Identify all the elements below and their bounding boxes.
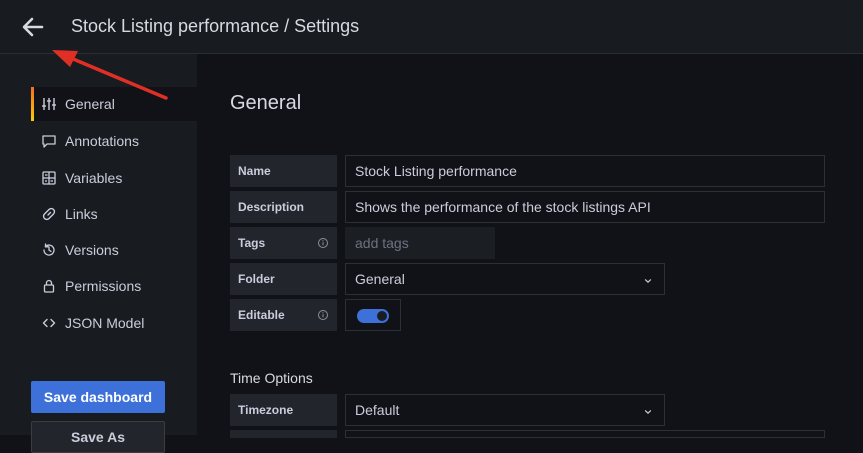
name-label: Name bbox=[230, 155, 337, 187]
page-title: Stock Listing performance / Settings bbox=[71, 16, 360, 36]
folder-select[interactable]: General bbox=[345, 263, 665, 295]
sidebar-item-links[interactable]: Links bbox=[31, 197, 197, 231]
next-row-input[interactable] bbox=[345, 430, 825, 438]
code-icon bbox=[41, 315, 57, 331]
sidebar-item-annotations[interactable]: Annotations bbox=[31, 124, 197, 158]
sidebar-item-label: General bbox=[65, 96, 115, 112]
sidebar-item-label: Annotations bbox=[65, 133, 139, 149]
timezone-select-value: Default bbox=[355, 402, 400, 418]
page-header: Stock Listing performance / Settings bbox=[0, 0, 863, 54]
editable-toggle[interactable] bbox=[345, 299, 401, 331]
sidebar-item-label: Permissions bbox=[65, 278, 142, 294]
chevron-down-icon bbox=[642, 405, 654, 417]
arrow-left-icon[interactable] bbox=[20, 14, 46, 40]
sidebar-item-versions[interactable]: Versions bbox=[31, 233, 197, 267]
general-settings-panel: General Name Stock Listing performance D… bbox=[197, 54, 863, 438]
sidebar-item-general[interactable]: General bbox=[31, 87, 197, 121]
comment-icon bbox=[41, 133, 57, 149]
tags-label-text: Tags bbox=[238, 236, 266, 250]
tags-input[interactable]: add tags bbox=[345, 227, 495, 259]
section-title-time-options: Time Options bbox=[230, 370, 313, 386]
sidebar-item-label: JSON Model bbox=[65, 315, 145, 331]
editable-label-text: Editable bbox=[238, 308, 285, 322]
sidebar-item-permissions[interactable]: Permissions bbox=[31, 269, 197, 303]
sidebar-item-json-model[interactable]: JSON Model bbox=[31, 306, 197, 340]
save-dashboard-button[interactable]: Save dashboard bbox=[31, 381, 165, 413]
sliders-icon bbox=[41, 96, 57, 112]
chevron-down-icon bbox=[642, 274, 654, 286]
history-icon bbox=[41, 242, 57, 258]
sidebar-item-label: Versions bbox=[65, 242, 119, 258]
settings-sidebar: General Annotations Variables Links Vers… bbox=[0, 54, 197, 435]
link-icon bbox=[41, 206, 57, 222]
calculator-icon bbox=[41, 170, 57, 186]
section-title-general: General bbox=[230, 92, 302, 114]
next-row-label bbox=[230, 430, 337, 438]
save-as-button[interactable]: Save As bbox=[31, 421, 165, 453]
folder-label: Folder bbox=[230, 263, 337, 295]
sidebar-item-variables[interactable]: Variables bbox=[31, 161, 197, 195]
sidebar-item-label: Variables bbox=[65, 170, 123, 186]
toggle-track bbox=[357, 309, 389, 323]
toggle-knob bbox=[377, 311, 387, 321]
info-icon[interactable] bbox=[317, 309, 329, 321]
timezone-select[interactable]: Default bbox=[345, 394, 665, 426]
lock-icon bbox=[41, 278, 57, 294]
folder-select-value: General bbox=[355, 271, 405, 287]
description-label: Description bbox=[230, 191, 337, 223]
timezone-label: Timezone bbox=[230, 394, 337, 426]
name-input[interactable]: Stock Listing performance bbox=[345, 155, 825, 187]
sidebar-item-label: Links bbox=[65, 206, 98, 222]
info-icon[interactable] bbox=[317, 237, 329, 249]
description-input[interactable]: Shows the performance of the stock listi… bbox=[345, 191, 825, 223]
tags-label: Tags bbox=[230, 227, 337, 259]
editable-label: Editable bbox=[230, 299, 337, 331]
